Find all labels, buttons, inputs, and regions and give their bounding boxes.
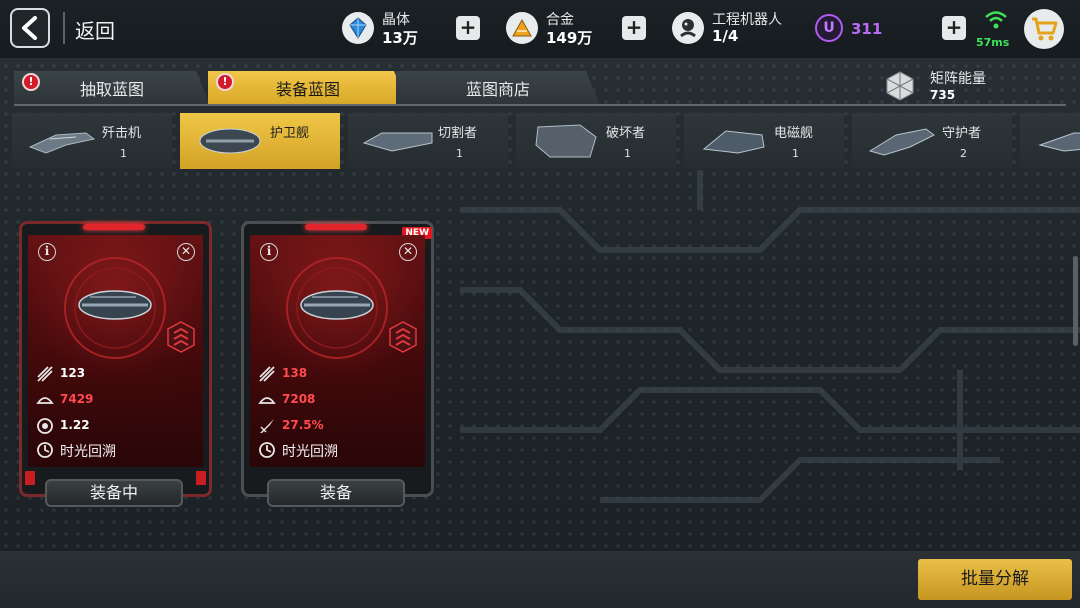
- frigate-ship-icon: [286, 257, 388, 359]
- ship-type-name: 护卫舰: [270, 126, 310, 141]
- crystal-icon: [342, 12, 374, 44]
- resource-value: 149万: [546, 29, 593, 47]
- skill-name: 时光回溯: [282, 444, 338, 460]
- u-currency-value: 311: [851, 20, 883, 38]
- ship-icon: [1038, 132, 1080, 152]
- equipped-button[interactable]: 装备中: [45, 479, 183, 507]
- tab-underline: [14, 104, 1066, 106]
- alert-icon: !: [216, 73, 234, 91]
- matrix-energy-label: 矩阵能量: [930, 71, 986, 87]
- tab-equip-blueprint[interactable]: ! 装备蓝图: [208, 71, 408, 105]
- add-u-currency-button[interactable]: +: [942, 16, 966, 40]
- stat-value: 1.22: [60, 418, 90, 432]
- ship-type-frigate[interactable]: 护卫舰: [180, 113, 340, 169]
- resource-name: 合金: [546, 12, 574, 28]
- time-rewind-icon: [37, 442, 53, 458]
- engineer-robot-icon: [672, 12, 704, 44]
- ship-type-count: 1: [624, 147, 631, 160]
- rank-chevron-icon: [167, 321, 195, 353]
- bulk-dismantle-button[interactable]: 批量分解: [918, 559, 1072, 600]
- attack-icon: [259, 366, 275, 382]
- hull-icon: [36, 397, 54, 404]
- resource-value: 13万: [382, 29, 418, 47]
- ship-type-name: 电磁舰: [774, 126, 814, 141]
- matrix-cube-icon: [886, 71, 914, 101]
- shop-button[interactable]: [1024, 9, 1064, 49]
- time-rewind-icon: [259, 442, 275, 458]
- stat-value: 123: [60, 366, 86, 380]
- rank-chevron-icon: [389, 321, 417, 353]
- card-body: i ✕ 138 7208 27.5% 时光回溯: [250, 235, 425, 467]
- equip-button[interactable]: 装备: [267, 479, 405, 507]
- stat-value: 27.5%: [282, 418, 324, 432]
- hull-icon: [258, 397, 276, 404]
- ship-type-name: 歼击机: [102, 126, 142, 141]
- u-currency-icon: U: [815, 14, 843, 42]
- matrix-energy-value: 735: [930, 88, 956, 102]
- ship-type-count: 1: [120, 147, 127, 160]
- chevron-left-icon: [22, 16, 37, 40]
- ship-type-count: 1: [456, 147, 463, 160]
- add-alloy-button[interactable]: +: [622, 16, 646, 40]
- resource-name: 晶体: [382, 12, 410, 28]
- close-icon[interactable]: ✕: [177, 243, 195, 261]
- missile-icon: [260, 419, 274, 433]
- stat-value: 138: [282, 366, 308, 380]
- back-label[interactable]: 返回: [75, 15, 115, 44]
- alloy-icon: [506, 12, 538, 44]
- ship-type-guardian[interactable]: 守护者 2: [852, 113, 1012, 169]
- wifi-icon: [985, 11, 1007, 29]
- electromagnetic-ship-icon: [702, 130, 765, 154]
- resource-name: 工程机器人: [712, 12, 782, 28]
- ship-type-more[interactable]: [1020, 113, 1080, 169]
- ship-type-fighter[interactable]: 歼击机 1: [12, 113, 172, 169]
- ship-type-destroyer[interactable]: 破坏者 1: [516, 113, 676, 169]
- add-crystal-button[interactable]: +: [456, 16, 480, 40]
- alert-icon: !: [22, 73, 40, 91]
- stat-value: 7429: [60, 392, 94, 406]
- speed-icon: [37, 418, 53, 434]
- card-side-light: [196, 471, 206, 485]
- tab-draw-blueprint[interactable]: ! 抽取蓝图: [14, 71, 210, 105]
- tab-label: 装备蓝图: [275, 80, 340, 99]
- ship-type-electromagnetic[interactable]: 电磁舰 1: [684, 113, 844, 169]
- close-icon[interactable]: ✕: [399, 243, 417, 261]
- card-top-glow: [83, 224, 145, 230]
- ship-type-name: 守护者: [942, 126, 982, 141]
- cutter-ship-icon: [362, 132, 433, 152]
- info-icon[interactable]: i: [260, 243, 278, 261]
- ship-type-name: 破坏者: [606, 126, 646, 141]
- destroyer-ship-icon: [535, 124, 597, 158]
- info-icon[interactable]: i: [38, 243, 56, 261]
- resource-value: 1/4: [712, 27, 739, 45]
- ship-type-count: 2: [960, 147, 967, 160]
- ship-type-name: 切割者: [438, 126, 478, 141]
- frigate-ship-icon: [199, 128, 261, 154]
- header-divider: [63, 12, 65, 44]
- frigate-ship-icon: [64, 257, 166, 359]
- card-side-light: [25, 471, 35, 485]
- tab-label: 抽取蓝图: [79, 80, 144, 99]
- top-bar: 返回 晶体 13万 + 合金 149万 + 工程机器人 1/4 U 311 + …: [0, 0, 1080, 58]
- ping-value: 57ms: [976, 36, 1010, 49]
- card-body: i ✕ 123 7429 1.22 时光回溯: [28, 235, 203, 467]
- blueprint-card[interactable]: NEW i ✕ 138 7208 27.5% 时光回溯 装备: [241, 221, 434, 511]
- blueprint-card[interactable]: i ✕ 123 7429 1.22 时光回溯 装备中: [19, 221, 212, 511]
- skill-name: 时光回溯: [60, 444, 116, 460]
- back-button[interactable]: [10, 8, 50, 48]
- guardian-ship-icon: [868, 128, 935, 156]
- stat-value: 7208: [282, 392, 316, 406]
- tab-blueprint-shop[interactable]: 蓝图商店: [396, 71, 600, 105]
- scrollbar[interactable]: [1073, 256, 1078, 346]
- ship-type-cutter[interactable]: 切割者 1: [348, 113, 508, 169]
- ship-type-list: 歼击机 1 护卫舰 切割者 1 破坏者 1 电磁舰 1 守护者 2: [12, 113, 1080, 169]
- card-top-glow: [305, 224, 367, 230]
- fighter-ship-icon: [28, 132, 96, 154]
- ship-type-count: 1: [792, 147, 799, 160]
- tab-label: 蓝图商店: [465, 80, 530, 99]
- attack-icon: [37, 366, 53, 382]
- shopping-cart-icon: [1032, 17, 1058, 41]
